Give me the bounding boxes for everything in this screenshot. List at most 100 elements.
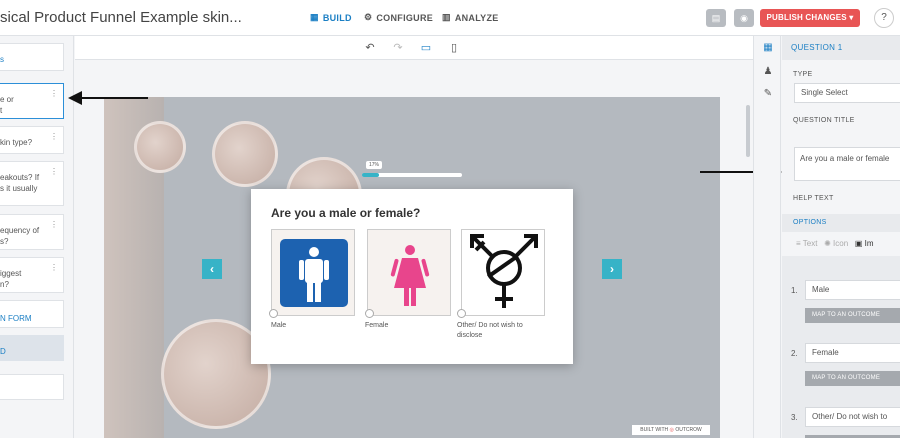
tab-build[interactable]: ▦ BUILD [310,12,352,23]
built-with-text: BUILT WITH [640,427,669,433]
question-title-label: QUESTION TITLE [793,117,855,124]
radio-male[interactable] [269,309,278,318]
map-outcome-button[interactable]: MAP TO AN OUTCOME [805,371,900,386]
built-with-badge[interactable]: BUILT WITH ◎ OUTCROW [632,425,710,435]
desktop-icon[interactable]: ▭ [418,41,434,55]
help-button[interactable]: ? [874,8,894,28]
sidebar-item-end[interactable]: D [0,335,64,361]
progress-fill [362,173,379,177]
question-card: Are you a male or female? Male Female Ot… [251,189,573,364]
progress-percent: 17% [366,161,382,169]
option-input[interactable]: Female [805,343,900,363]
map-outcome-button[interactable]: MAP TO AN OUTCOME [805,308,900,323]
transgender-icon [470,234,538,308]
more-icon[interactable]: ⋮ [50,219,58,230]
option-label: Female [365,322,389,329]
brand-name: OUTCROW [675,427,702,433]
more-icon[interactable]: ⋮ [50,166,58,177]
option-label: Male [271,322,287,329]
tab-analyze-label: ANALYZE [454,12,499,23]
icon-tab[interactable]: ✺ Icon [824,239,848,248]
mobile-icon[interactable]: ▯ [446,41,462,55]
annotation-arrow-left [78,97,148,99]
question-editor-panel: QUESTION 1 TYPE Single Select QUESTION T… [782,36,900,438]
tab-build-label: BUILD [322,12,352,23]
image-tab[interactable]: ▣ Im [855,239,874,248]
undo-icon[interactable]: ↶ [362,41,378,55]
tab-configure-label: CONFIGURE [376,12,434,23]
option-input[interactable]: Other/ Do not wish to [805,407,900,427]
tab-analyze[interactable]: ▥ ANALYZE [442,12,499,23]
option-female[interactable] [367,229,451,316]
redo-icon[interactable]: ↷ [390,41,406,55]
question-title-input[interactable] [794,147,900,181]
copy-button[interactable]: ▤ [706,9,726,27]
radio-female[interactable] [365,309,374,318]
female-icon [390,245,430,306]
top-bar: sical Product Funnel Example skin... ▦ B… [0,0,900,36]
editor-tool-strip: ▦ ♟ ✎ [753,36,781,438]
tab-text-label: Text [802,239,818,248]
chevron-left-icon: ‹ [210,262,214,276]
panel-title: QUESTION 1 [782,36,900,60]
sidebar-item-q5[interactable]: iggest n? ⋮ [0,257,64,293]
option-label: Other/ Do not wish to disclose [457,322,523,339]
publish-label: PUBLISH CHANGES [766,13,847,22]
question-sidebar: s e or t ⋮ kin type? ⋮ eakouts? If s it … [0,36,74,438]
chevron-right-icon: › [610,262,614,276]
canvas-toolbar: ↶ ↷ ▭ ▯ [75,36,753,60]
outcrow-logo-icon: ◎ [669,427,674,433]
sidebar-item-label: N FORM [0,314,32,323]
option-number: 1. [791,286,798,295]
prev-button[interactable]: ‹ [202,259,222,279]
options-header: OPTIONS [782,214,900,232]
sidebar-item-label: D [0,347,6,356]
camera-icon: ▣ [854,239,863,248]
option-input[interactable]: Male [805,280,900,300]
more-icon[interactable]: ⋮ [50,131,58,142]
bar-chart-icon: ▥ [442,12,451,22]
progress-bar [362,173,462,177]
sidebar-item-form[interactable]: N FORM [0,300,64,328]
eye-icon: ◉ [740,13,748,23]
more-icon[interactable]: ⋮ [50,88,58,99]
sidebar-item-q2[interactable]: kin type? ⋮ [0,126,64,154]
gear-icon: ⚙ [364,12,373,22]
radio-other[interactable] [457,309,466,318]
option-number: 2. [791,349,798,358]
sidebar-item-intro[interactable]: s [0,43,64,71]
publish-changes-button[interactable]: PUBLISH CHANGES ▾ [760,9,860,27]
question-title: Are you a male or female? [271,206,421,220]
type-label: TYPE [793,71,813,78]
skin-circle [212,121,278,187]
copy-icon: ▤ [711,13,721,23]
question-settings-icon[interactable]: ▦ [762,42,774,54]
grid-icon: ▦ [310,12,319,22]
more-icon[interactable]: ⋮ [50,262,58,273]
sidebar-item-q3[interactable]: eakouts? If s it usually ⋮ [0,161,64,206]
tab-configure[interactable]: ⚙ CONFIGURE [364,12,433,23]
sidebar-item-blank[interactable] [0,374,64,400]
male-icon [280,239,348,307]
sidebar-item-label: s [0,55,4,64]
pencil-icon[interactable]: ✎ [762,88,774,100]
help-text-label: HELP TEXT [793,195,834,202]
next-button[interactable]: › [602,259,622,279]
text-tab[interactable]: ≡ Text [796,239,817,248]
sidebar-item-q4[interactable]: equency of s? ⋮ [0,214,64,250]
tab-icon-label: Icon [833,239,849,248]
chevron-down-icon: ▾ [849,13,854,22]
arrowhead-left-icon [68,91,82,105]
add-user-icon[interactable]: ♟ [762,66,774,78]
sidebar-item-q1[interactable]: e or t ⋮ [0,83,64,119]
option-male[interactable] [271,229,355,316]
skin-circle [134,121,186,173]
tab-image-label: Im [864,239,874,248]
canvas-scrollbar[interactable] [746,105,750,157]
funnel-title[interactable]: sical Product Funnel Example skin... [0,9,242,26]
option-type-tabs: ≡ Text ✺ Icon ▣ Im [796,239,874,248]
option-other[interactable] [461,229,545,316]
preview-button[interactable]: ◉ [734,9,754,27]
question-title-value: Are you a male or female [800,154,890,163]
type-select[interactable]: Single Select [794,83,900,103]
